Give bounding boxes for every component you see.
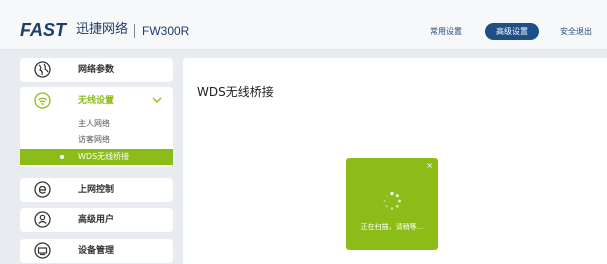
sidebar-item-internet-control[interactable]: 上网控制 (20, 178, 173, 202)
scanning-dialog: × 正在扫描，请稍等... (346, 158, 438, 250)
sidebar-item-wireless[interactable]: 无线设置 (20, 87, 173, 115)
sidebar-subitem-label: WDS无线桥接 (78, 152, 130, 161)
globe-icon (34, 61, 51, 78)
user-icon (34, 211, 51, 228)
sidebar-item-label: 高级用户 (78, 215, 115, 225)
sidebar-item-label: 网络参数 (78, 65, 115, 75)
nav-advanced-settings[interactable]: 高级设置 (485, 23, 539, 40)
sidebar-group-wireless: 无线设置 主人网络 访客网络 WDS无线桥接 (20, 87, 173, 167)
device-icon (34, 242, 51, 259)
sidebar-subitem-host-network[interactable]: 主人网络 (20, 116, 173, 132)
chevron-down-icon (152, 97, 162, 103)
ie-icon (34, 181, 51, 198)
nav-common-settings[interactable]: 常用设置 (430, 26, 462, 38)
loading-spinner-icon (383, 191, 401, 210)
brand-name-cn: 迅捷网络 (76, 22, 129, 37)
top-header: FAST 迅捷网络 FW300R 常用设置 高级设置 安全退出 (0, 0, 607, 50)
active-dot-icon (60, 155, 64, 159)
sidebar-subitem-guest-network[interactable]: 访客网络 (20, 132, 173, 148)
logo-divider (134, 24, 135, 38)
sidebar-item-network-params[interactable]: 网络参数 (20, 58, 173, 82)
page-title: WDS无线桥接 (197, 85, 274, 99)
sidebar-item-label: 上网控制 (78, 185, 115, 195)
sidebar-item-label: 设备管理 (78, 246, 115, 256)
sidebar-subitem-wds-bridge[interactable]: WDS无线桥接 (20, 149, 173, 165)
close-icon[interactable]: × (426, 161, 433, 171)
scanning-message: 正在扫描，请稍等... (360, 223, 424, 231)
sidebar-item-advanced-users[interactable]: 高级用户 (20, 208, 173, 232)
brand-logo: FAST (20, 20, 67, 40)
sidebar-item-device-management[interactable]: 设备管理 (20, 239, 173, 263)
wifi-icon (34, 92, 51, 109)
nav-logout[interactable]: 安全退出 (560, 26, 592, 38)
sidebar-item-label: 无线设置 (78, 96, 115, 106)
main-panel: WDS无线桥接 × 正在扫描，请稍等... (183, 58, 607, 264)
router-model: FW300R (142, 24, 190, 38)
